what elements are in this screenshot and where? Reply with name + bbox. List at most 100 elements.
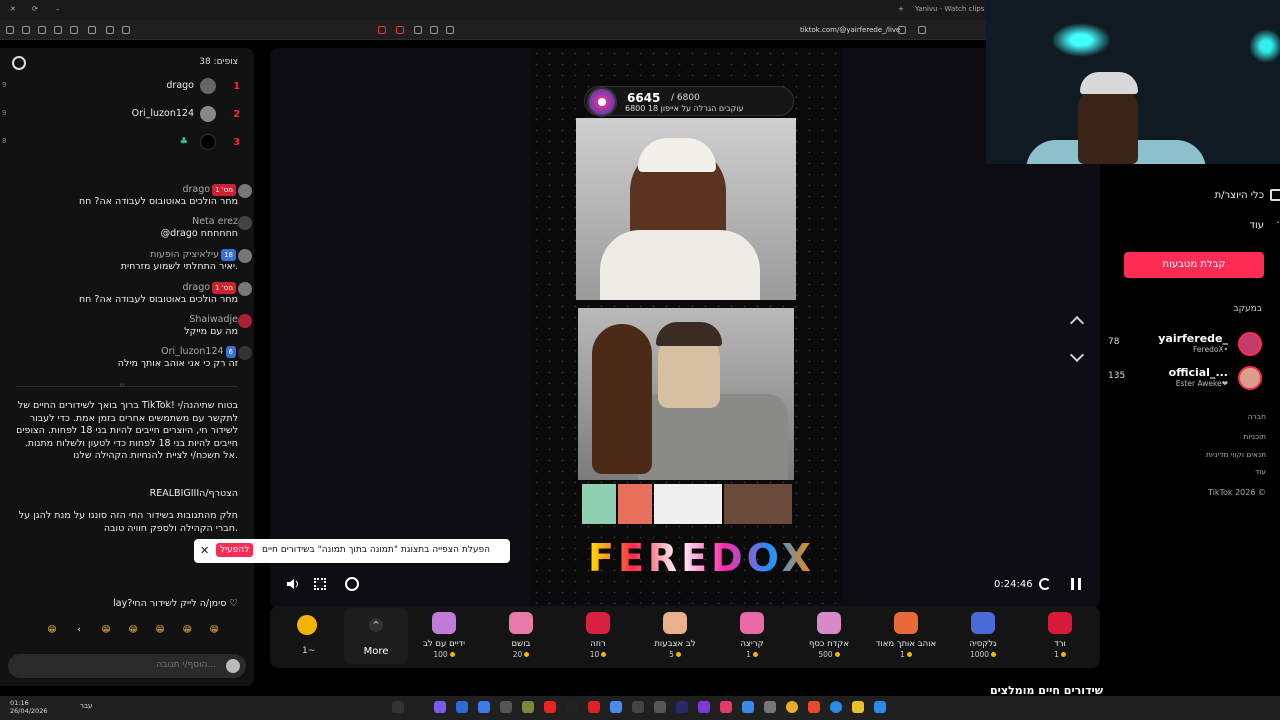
refresh-icon[interactable] [1039, 578, 1051, 590]
music-icon[interactable] [88, 26, 96, 34]
pen-icon[interactable] [38, 26, 46, 34]
following-item[interactable]: 78 yairferede_ FeredoX• [1102, 332, 1262, 358]
chat-message[interactable]: drago מס' 1 מחר הולכים באוטובוס לעבודה אה… [8, 282, 252, 306]
emoji-button[interactable]: 😁 [202, 625, 226, 635]
message-user[interactable]: Shaiwadje [8, 314, 238, 326]
wallet-icon[interactable] [106, 26, 114, 34]
settings-icon[interactable] [345, 577, 359, 591]
emoji-button[interactable]: 😁 [175, 625, 199, 635]
gift-item[interactable]: בושם 20 [486, 612, 556, 659]
emoji-button[interactable]: 😁 [94, 625, 118, 635]
app-icon[interactable] [632, 701, 644, 713]
chat-message[interactable]: drago מס' 1 מחר הולכים באוטובוס לעבודה אה… [8, 184, 252, 208]
app-icon[interactable] [566, 701, 578, 713]
app-icon[interactable] [654, 701, 666, 713]
translate-icon[interactable] [446, 26, 454, 34]
gift-item[interactable]: ורד 1 [1025, 612, 1095, 659]
fullscreen-icon[interactable] [314, 578, 326, 590]
gear-icon[interactable] [12, 56, 26, 70]
emoji-button[interactable]: 😁 [121, 625, 145, 635]
shield-icon[interactable] [22, 26, 30, 34]
viewer-rank: 3 [233, 137, 240, 148]
app-icon[interactable] [742, 701, 754, 713]
app-icon[interactable] [500, 701, 512, 713]
message-user[interactable]: drago [182, 184, 210, 195]
chat-message[interactable]: Neta erez @drago חחחחחח [8, 216, 252, 240]
gift-item[interactable]: אקדח כסף 500 [794, 612, 864, 659]
volume-icon[interactable] [286, 578, 300, 590]
app-icon[interactable] [456, 701, 468, 713]
chat-message[interactable]: Shaiwadje מה עם מייקל [8, 314, 252, 338]
close-icon[interactable]: ✕ [200, 544, 209, 557]
search-icon[interactable] [430, 26, 438, 34]
following-item[interactable]: 135 official_... Ester Aweke❤ [1102, 366, 1262, 392]
share-icon[interactable] [898, 26, 906, 34]
app-icon[interactable] [610, 701, 622, 713]
footer-link[interactable]: חברה [1248, 412, 1266, 421]
comment-input[interactable]: הוסף/י תגובה... [8, 654, 246, 678]
nav-more[interactable]: עוד ··· [1250, 218, 1280, 231]
app-icon[interactable] [544, 701, 556, 713]
gift-item[interactable]: אוהב אותך מאוד 1 [871, 612, 941, 659]
chat-message[interactable]: עילאיציק הופעות 18 יאיר התחלתי לשמוע מזרח… [8, 249, 252, 273]
chat-message[interactable]: Ori_luzon124 6 זה רק כי אני אוהב אותך מיל… [8, 346, 252, 370]
minimize-icon[interactable]: – [56, 5, 60, 13]
gift-item[interactable]: לב אצבעות 5 [640, 612, 710, 659]
app-icon[interactable] [720, 701, 732, 713]
store-icon[interactable] [874, 701, 886, 713]
app-icon[interactable] [676, 701, 688, 713]
chrome-icon[interactable] [786, 701, 798, 713]
start-icon[interactable] [392, 701, 404, 713]
message-user[interactable]: drago [182, 282, 210, 293]
extension-icon[interactable] [414, 26, 422, 34]
menu-icon[interactable] [6, 26, 14, 34]
top-viewer-row[interactable]: 9 drago 1 [2, 76, 246, 98]
nav-creator-tools[interactable]: כלי היוצר/ת [1215, 189, 1280, 201]
app-icon[interactable] [522, 701, 534, 713]
emoji-button[interactable]: 😁 [40, 625, 64, 635]
reload-icon[interactable]: ⟳ [32, 5, 38, 13]
footer-link[interactable]: תוכניות [1243, 432, 1266, 441]
enable-pip-button[interactable]: להפעיל [216, 543, 254, 557]
screenshot-icon[interactable] [54, 26, 62, 34]
chevron-left-icon[interactable]: ‹ [67, 625, 91, 635]
gift-item[interactable]: ידיים עם לב 100 [409, 612, 479, 659]
more-gifts-button[interactable]: ^ More [344, 608, 408, 664]
bookmark-icon[interactable] [918, 26, 926, 34]
gift-item[interactable]: רוזה 10 [563, 612, 633, 659]
emoji-icon[interactable] [226, 659, 240, 673]
address-bar[interactable]: tiktok.com/@yairferede_/live [800, 26, 900, 34]
app-icon[interactable] [434, 701, 446, 713]
folder-icon[interactable] [852, 701, 864, 713]
gift-name: לב אצבעות [654, 639, 696, 649]
tabs-icon[interactable] [122, 26, 130, 34]
gift-item[interactable]: גלקסיה 1000 [948, 612, 1018, 659]
new-tab-icon[interactable]: + [898, 5, 904, 13]
rewards-icon[interactable] [396, 26, 404, 34]
app-icon[interactable] [698, 701, 710, 713]
footer-link[interactable]: עוד [1255, 467, 1266, 476]
app-icon[interactable] [478, 701, 490, 713]
follower-goal-widget: 6645 / 6800 6800 עוקבים הגרלה על אייפון … [584, 86, 794, 117]
message-user[interactable]: עילאיציק הופעות [150, 249, 219, 260]
get-coins-button[interactable]: קבלת מטבעות [1124, 252, 1264, 278]
app-icon[interactable] [764, 701, 776, 713]
app-icon[interactable] [588, 701, 600, 713]
close-window-icon[interactable]: ✕ [10, 5, 16, 13]
top-viewer-row[interactable]: 8 ♣ 3 [2, 132, 246, 154]
coin-icon[interactable] [297, 615, 317, 635]
gift-item[interactable]: קריצה 1 [717, 612, 787, 659]
system-clock[interactable]: 01:16 26/04/2026 [10, 699, 47, 715]
emoji-button[interactable]: 😁 [148, 625, 172, 635]
pause-icon[interactable] [1071, 578, 1081, 590]
sidebar-icon[interactable] [70, 26, 78, 34]
message-user[interactable]: Neta erez [8, 216, 238, 228]
language-indicator[interactable]: עבר [80, 702, 92, 710]
brave-icon[interactable] [808, 701, 820, 713]
footer-link[interactable]: תנאים וקווי מדיניות [1206, 450, 1266, 459]
viewer-count[interactable]: צופים: 38 [199, 57, 238, 67]
message-user[interactable]: Ori_luzon124 [161, 346, 223, 357]
brave-icon[interactable] [378, 26, 386, 34]
edge-icon[interactable] [830, 701, 842, 713]
top-viewer-row[interactable]: 9 Ori_luzon124 2 [2, 104, 246, 126]
